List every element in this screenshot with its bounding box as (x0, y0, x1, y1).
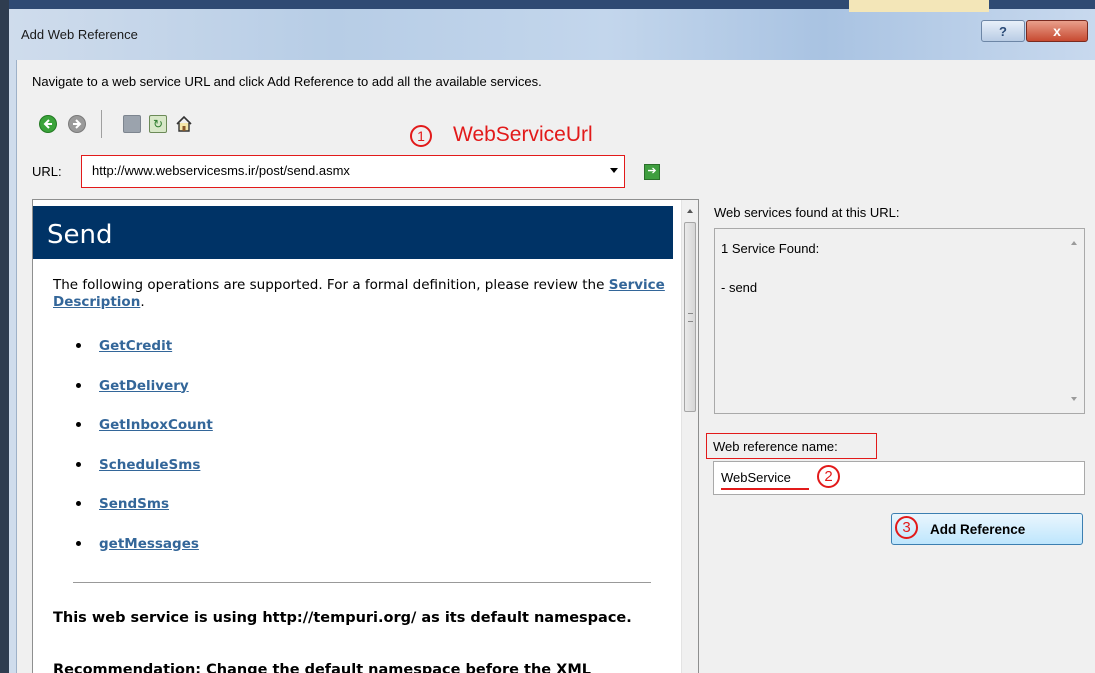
desktop-background (0, 0, 9, 673)
scroll-up-arrow-icon[interactable] (1071, 241, 1077, 245)
web-reference-name-label-box: Web reference name: (706, 433, 877, 459)
service-item: - send (721, 280, 758, 295)
web-reference-name-value: WebService (721, 470, 791, 485)
description-suffix: . (140, 294, 145, 310)
page-heading: Send (47, 220, 113, 250)
title-bar[interactable]: Add Web Reference ? x (9, 0, 1095, 60)
services-count-text: 1 Service Found: (721, 241, 820, 256)
page-banner: Send (33, 206, 673, 259)
operation-link-getinboxcount[interactable]: GetInboxCount (99, 417, 213, 433)
operation-link-sendsms[interactable]: SendSms (99, 496, 169, 512)
back-icon[interactable] (39, 115, 57, 133)
bullet-icon (76, 382, 81, 388)
grip-icon (688, 313, 693, 322)
list-item: ScheduleSms (59, 457, 213, 497)
url-combobox[interactable]: http://www.webservicesms.ir/post/send.as… (81, 155, 625, 188)
recommendation-text: Recommendation: Change the default names… (53, 662, 592, 673)
service-browser-pane[interactable]: Send The following operations are suppor… (32, 199, 699, 673)
scroll-down-arrow-icon[interactable] (1071, 397, 1077, 401)
page-description: The following operations are supported. … (53, 277, 673, 311)
annotation-step-3: 3 (895, 516, 918, 539)
list-item: GetCredit (59, 338, 213, 378)
list-item: getMessages (59, 536, 213, 576)
operation-link-getcredit[interactable]: GetCredit (99, 338, 172, 354)
bullet-icon (76, 501, 81, 506)
description-text: The following operations are supported. … (53, 277, 609, 293)
web-reference-name-input[interactable]: WebService (713, 461, 1085, 495)
list-item: GetDelivery (59, 378, 213, 418)
bullet-icon (76, 422, 81, 427)
operations-list: GetCredit GetDelivery GetInboxCount Sche… (59, 338, 213, 575)
add-reference-label: Add Reference (930, 522, 1026, 537)
web-reference-name-label: Web reference name: (713, 439, 838, 454)
divider (73, 582, 651, 583)
annotation-step-2: 2 (817, 465, 840, 488)
go-icon[interactable]: ➔ (644, 164, 660, 180)
window-title: Add Web Reference (21, 27, 138, 42)
instructions-text: Navigate to a web service URL and click … (32, 74, 542, 89)
dialog-client-area: Navigate to a web service URL and click … (16, 60, 1095, 673)
list-item: GetInboxCount (59, 417, 213, 457)
services-found-list[interactable]: 1 Service Found: - send (714, 228, 1085, 414)
list-item: SendSms (59, 496, 213, 536)
url-label: URL: (32, 164, 62, 179)
annotation-underline (721, 488, 809, 490)
scroll-thumb[interactable] (684, 222, 696, 412)
bullet-icon (76, 461, 81, 467)
annotation-web-service-url: WebServiceUrl (453, 123, 593, 146)
stop-icon[interactable] (123, 115, 141, 133)
close-button[interactable]: x (1026, 20, 1088, 42)
add-reference-button[interactable]: Add Reference (891, 513, 1083, 545)
toolbar-separator (101, 110, 102, 138)
add-web-reference-dialog: Add Web Reference ? x Navigate to a web … (9, 0, 1095, 673)
operation-link-schedulesms[interactable]: ScheduleSms (99, 457, 200, 473)
home-icon[interactable] (175, 115, 193, 133)
scroll-up-arrow-icon[interactable] (687, 209, 693, 213)
refresh-icon[interactable]: ↻ (149, 115, 167, 133)
help-button[interactable]: ? (981, 20, 1025, 42)
services-found-label: Web services found at this URL: (714, 205, 900, 220)
operation-link-getmessages[interactable]: getMessages (99, 536, 199, 552)
operation-link-getdelivery[interactable]: GetDelivery (99, 378, 189, 394)
bullet-icon (76, 343, 81, 348)
dropdown-arrow-icon[interactable] (610, 168, 618, 173)
browser-scrollbar[interactable] (681, 200, 698, 673)
bullet-icon (76, 540, 81, 546)
url-value: http://www.webservicesms.ir/post/send.as… (92, 163, 350, 178)
annotation-step-1: 1 (410, 125, 432, 147)
background-window-edge (849, 0, 989, 12)
namespace-notice: This web service is using http://tempuri… (53, 610, 632, 626)
forward-icon[interactable] (68, 115, 86, 133)
